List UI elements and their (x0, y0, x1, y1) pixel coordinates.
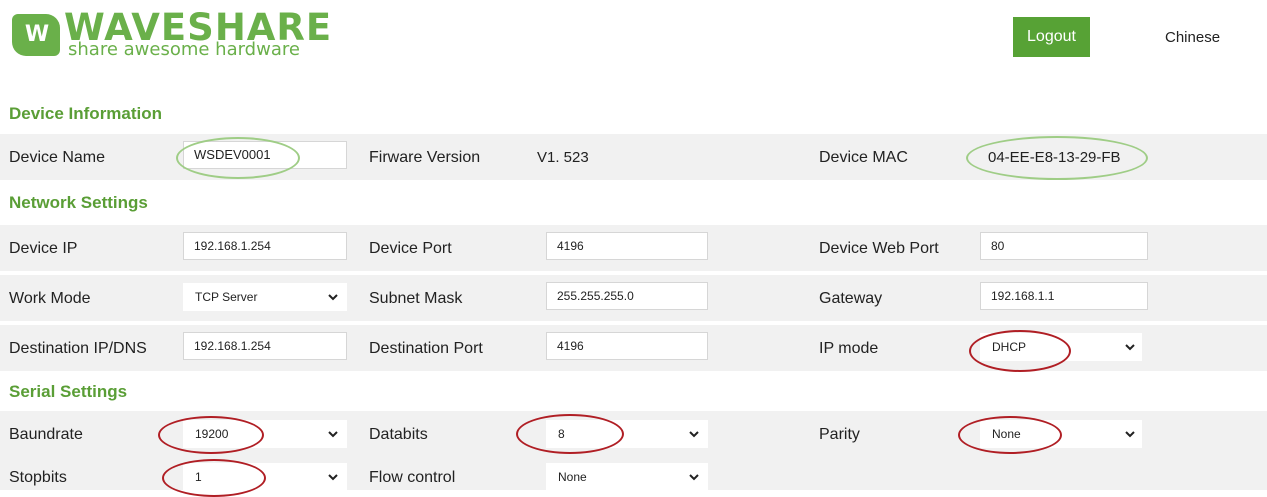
stopbits-label: Stopbits (9, 469, 67, 486)
destination-port-field[interactable]: 4196 (546, 332, 708, 360)
brand-tagline: share awesome hardware (68, 39, 300, 60)
chevron-down-icon (689, 431, 699, 438)
subnet-mask-label: Subnet Mask (369, 290, 463, 307)
work-mode-label: Work Mode (9, 290, 91, 307)
flow-control-selected-value: None (558, 470, 587, 484)
waveshare-logo-icon: W (12, 14, 60, 56)
chevron-down-icon (1125, 344, 1135, 351)
gateway-field[interactable]: 192.168.1.1 (980, 282, 1148, 310)
ip-mode-label: IP mode (819, 340, 879, 357)
highlight-ellipse-stopbits (162, 459, 266, 497)
parity-label: Parity (819, 426, 860, 443)
highlight-ellipse-baudrate (158, 416, 264, 454)
highlight-ellipse-device-name (176, 137, 300, 179)
section-title-network-settings: Network Settings (9, 193, 148, 212)
databits-label: Databits (369, 426, 428, 443)
logout-button[interactable]: Logout (1013, 17, 1090, 57)
highlight-ellipse-device-mac (966, 136, 1148, 180)
device-web-port-field[interactable]: 80 (980, 232, 1148, 260)
firmware-version-label: Firware Version (369, 149, 481, 166)
destination-ip-field[interactable]: 192.168.1.254 (183, 332, 347, 360)
chevron-down-icon (328, 474, 338, 481)
baudrate-label: Baundrate (9, 426, 83, 443)
flow-control-label: Flow control (369, 469, 456, 486)
chevron-down-icon (689, 474, 699, 481)
chevron-down-icon (328, 431, 338, 438)
work-mode-select[interactable]: TCP Server (183, 283, 347, 311)
highlight-ellipse-databits (516, 414, 624, 454)
language-toggle-link[interactable]: Chinese (1165, 29, 1220, 46)
highlight-ellipse-parity (958, 416, 1062, 454)
chevron-down-icon (1125, 431, 1135, 438)
work-mode-selected-value: TCP Server (195, 290, 258, 304)
network-row-3: Destination IP/DNS 192.168.1.254 Destina… (0, 325, 1267, 371)
section-title-serial-settings: Serial Settings (9, 382, 128, 401)
destination-ip-label: Destination IP/DNS (9, 340, 147, 357)
subnet-mask-field[interactable]: 255.255.255.0 (546, 282, 708, 310)
device-name-label: Device Name (9, 149, 106, 166)
device-ip-label: Device IP (9, 240, 78, 257)
firmware-version-value: V1. 523 (537, 149, 589, 166)
network-row-1: Device IP 192.168.1.254 Device Port 4196… (0, 225, 1267, 271)
destination-port-label: Destination Port (369, 340, 483, 357)
device-port-label: Device Port (369, 240, 452, 257)
gateway-label: Gateway (819, 290, 883, 307)
section-title-device-information: Device Information (9, 104, 163, 123)
device-mac-label: Device MAC (819, 149, 908, 166)
device-ip-field[interactable]: 192.168.1.254 (183, 232, 347, 260)
chevron-down-icon (328, 294, 338, 301)
device-web-port-label: Device Web Port (819, 240, 939, 257)
flow-control-select[interactable]: None (546, 463, 708, 491)
highlight-ellipse-ip-mode (969, 330, 1071, 372)
network-row-2: Work Mode TCP Server Subnet Mask 255.255… (0, 275, 1267, 321)
device-port-field[interactable]: 4196 (546, 232, 708, 260)
